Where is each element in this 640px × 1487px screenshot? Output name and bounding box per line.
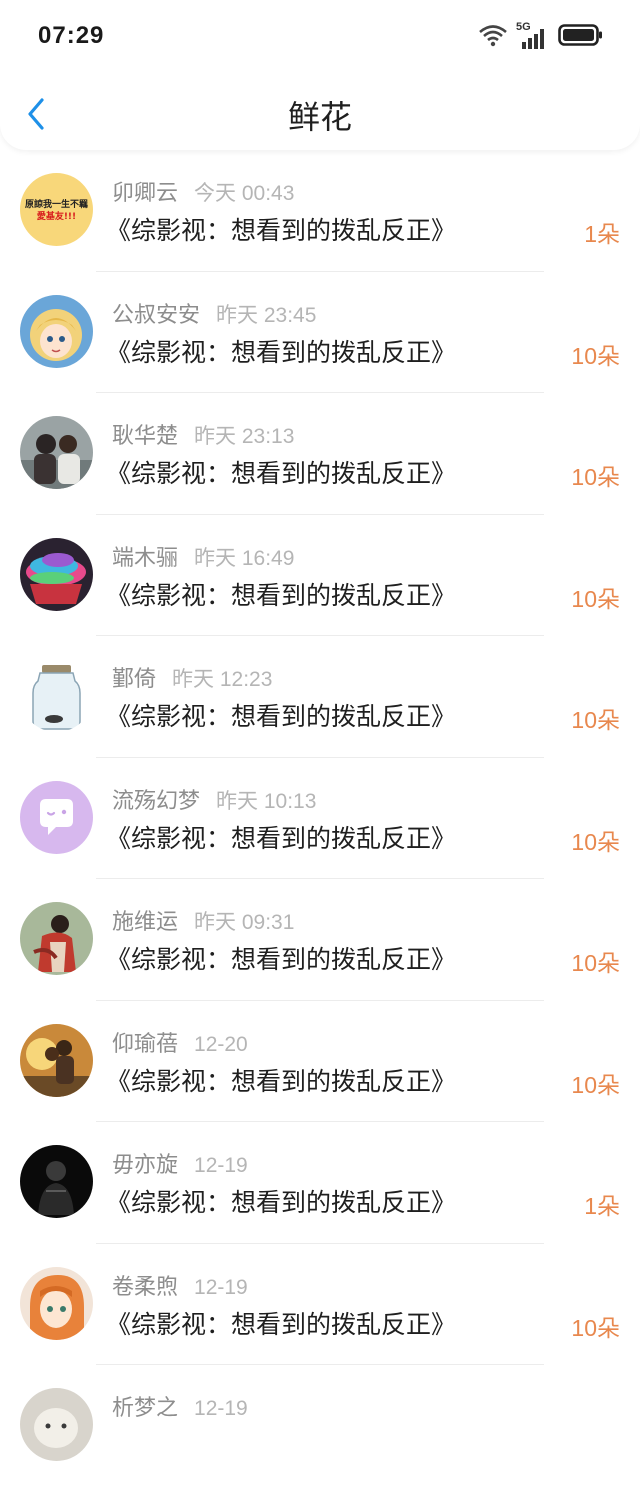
flower-count: 10朵 [571, 1071, 620, 1098]
flower-count: 1朵 [584, 1193, 620, 1219]
flower-count: 10朵 [571, 585, 620, 612]
list-item[interactable]: 析梦之 12-19 [0, 1365, 640, 1487]
sender-name: 耿华楚 [112, 424, 179, 449]
sent-date: 12-20 [194, 1032, 248, 1056]
status-bar: 07:29 5G [0, 0, 640, 76]
sent-date: 12-19 [194, 1275, 248, 1299]
avatar-anime-girl[interactable] [20, 294, 93, 368]
sent-date: 12-19 [194, 1154, 248, 1177]
flower-count: 10朵 [571, 1314, 620, 1341]
sender-name: 卯卿云 [112, 181, 179, 206]
flower-count: 1朵 [584, 221, 620, 247]
sent-date: 12-19 [194, 1397, 248, 1420]
flower-count: 10朵 [571, 464, 620, 490]
sent-date: 昨天 23:13 [194, 425, 295, 448]
avatar-costume-figure[interactable] [20, 902, 93, 975]
avatar-jar[interactable] [20, 659, 93, 732]
book-title: 《综影视：想看到的拨乱反正》 [106, 459, 457, 488]
list-item[interactable]: 施维运 昨天 09:31 《综影视：想看到的拨乱反正》 10朵 [0, 879, 640, 1001]
sender-line: 析梦之 12-19 [112, 1390, 248, 1422]
book-title: 《综影视：想看到的拨乱反正》 [106, 945, 457, 974]
sent-date: 昨天 12:23 [172, 668, 273, 691]
sender-name: 公叔安安 [112, 302, 201, 328]
sender-line: 毋亦旋 12-19 [112, 1147, 248, 1179]
flower-count: 10朵 [571, 828, 620, 855]
avatar-couple-photo[interactable] [20, 416, 93, 489]
avatar-default-chat[interactable] [20, 780, 93, 854]
flower-gift-list: 原諒我一生不羈 愛基友!!! 卯卿云 今天 00:43 《综影视：想看到的拨乱反正… [0, 150, 640, 1487]
avatar-pet-photo[interactable] [20, 1388, 93, 1461]
sender-line: 公叔安安 昨天 23:45 [112, 297, 316, 329]
status-time: 07:29 [38, 22, 105, 49]
book-title: 《综影视：想看到的拨乱反正》 [106, 823, 457, 853]
book-title: 《综影视：想看到的拨乱反正》 [106, 337, 457, 367]
sender-line: 端木骊 昨天 16:49 [112, 540, 294, 572]
sender-name: 析梦之 [112, 1396, 179, 1421]
sent-date: 今天 00:43 [194, 182, 295, 205]
book-title: 《综影视：想看到的拨乱反正》 [106, 1188, 457, 1217]
sender-line: 施维运 昨天 09:31 [112, 904, 294, 936]
flower-count: 10朵 [571, 707, 620, 733]
book-title: 《综影视：想看到的拨乱反正》 [106, 1066, 457, 1096]
sender-name: 仰瑜蓓 [112, 1031, 179, 1057]
list-item[interactable]: 鄞倚 昨天 12:23 《综影视：想看到的拨乱反正》 10朵 [0, 636, 640, 758]
flower-count: 10朵 [571, 342, 620, 369]
wifi-icon [478, 23, 508, 51]
top-bar: 07:29 5G 鲜花 [0, 0, 640, 150]
book-title: 《综影视：想看到的拨乱反正》 [106, 702, 457, 731]
avatar-cupcake[interactable] [20, 537, 93, 611]
sent-date: 昨天 10:13 [216, 789, 317, 813]
sender-line: 仰瑜蓓 12-20 [112, 1026, 248, 1058]
avatar-caption-1: 原諒我一生不羈 [25, 198, 88, 210]
sender-line: 流殇幻梦 昨天 10:13 [112, 783, 316, 815]
avatar-dark-figure[interactable] [20, 1145, 93, 1218]
page-title: 鲜花 [287, 98, 352, 136]
list-item[interactable]: 端木骊 昨天 16:49 《综影视：想看到的拨乱反正》 10朵 [0, 515, 640, 636]
sender-name: 施维运 [112, 910, 179, 935]
avatar-text-badge[interactable]: 原諒我一生不羈 愛基友!!! [20, 173, 93, 246]
book-title: 《综影视：想看到的拨乱反正》 [106, 216, 457, 245]
list-item[interactable]: 公叔安安 昨天 23:45 《综影视：想看到的拨乱反正》 10朵 [0, 272, 640, 393]
sender-line: 鄞倚 昨天 12:23 [112, 661, 272, 693]
battery-icon [558, 23, 604, 51]
sent-date: 昨天 16:49 [194, 546, 295, 570]
list-item[interactable]: 原諒我一生不羈 愛基友!!! 卯卿云 今天 00:43 《综影视：想看到的拨乱反正… [0, 150, 640, 272]
sender-line: 耿华楚 昨天 23:13 [112, 418, 294, 450]
list-item[interactable]: 流殇幻梦 昨天 10:13 《综影视：想看到的拨乱反正》 10朵 [0, 758, 640, 879]
nav-bar: 鲜花 [0, 76, 640, 150]
sent-date: 昨天 09:31 [194, 911, 295, 934]
sender-name: 毋亦旋 [112, 1153, 179, 1178]
book-title: 《综影视：想看到的拨乱反正》 [106, 1309, 457, 1339]
book-title: 《综影视：想看到的拨乱反正》 [106, 580, 457, 610]
list-item[interactable]: 卷柔煦 12-19 《综影视：想看到的拨乱反正》 10朵 [0, 1244, 640, 1365]
cellular-signal-icon: 5G [516, 21, 550, 50]
sender-line: 卯卿云 今天 00:43 [112, 175, 294, 207]
list-item[interactable]: 仰瑜蓓 12-20 《综影视：想看到的拨乱反正》 10朵 [0, 1001, 640, 1122]
list-item[interactable]: 毋亦旋 12-19 《综影视：想看到的拨乱反正》 1朵 [0, 1122, 640, 1244]
sender-name: 端木骊 [112, 545, 179, 571]
avatar-sunset-couple[interactable] [20, 1023, 93, 1097]
sender-name: 流殇幻梦 [112, 788, 201, 814]
sender-name: 鄞倚 [112, 667, 157, 692]
sender-name: 卷柔煦 [112, 1274, 179, 1300]
sender-line: 卷柔煦 12-19 [112, 1269, 248, 1301]
flower-count: 10朵 [571, 950, 620, 976]
avatar-anime-orange-hair[interactable] [20, 1266, 93, 1340]
sent-date: 昨天 23:45 [216, 303, 317, 327]
avatar-caption-2: 愛基友!!! [37, 210, 76, 222]
status-icons: 5G [478, 21, 604, 52]
list-item[interactable]: 耿华楚 昨天 23:13 《综影视：想看到的拨乱反正》 10朵 [0, 393, 640, 515]
